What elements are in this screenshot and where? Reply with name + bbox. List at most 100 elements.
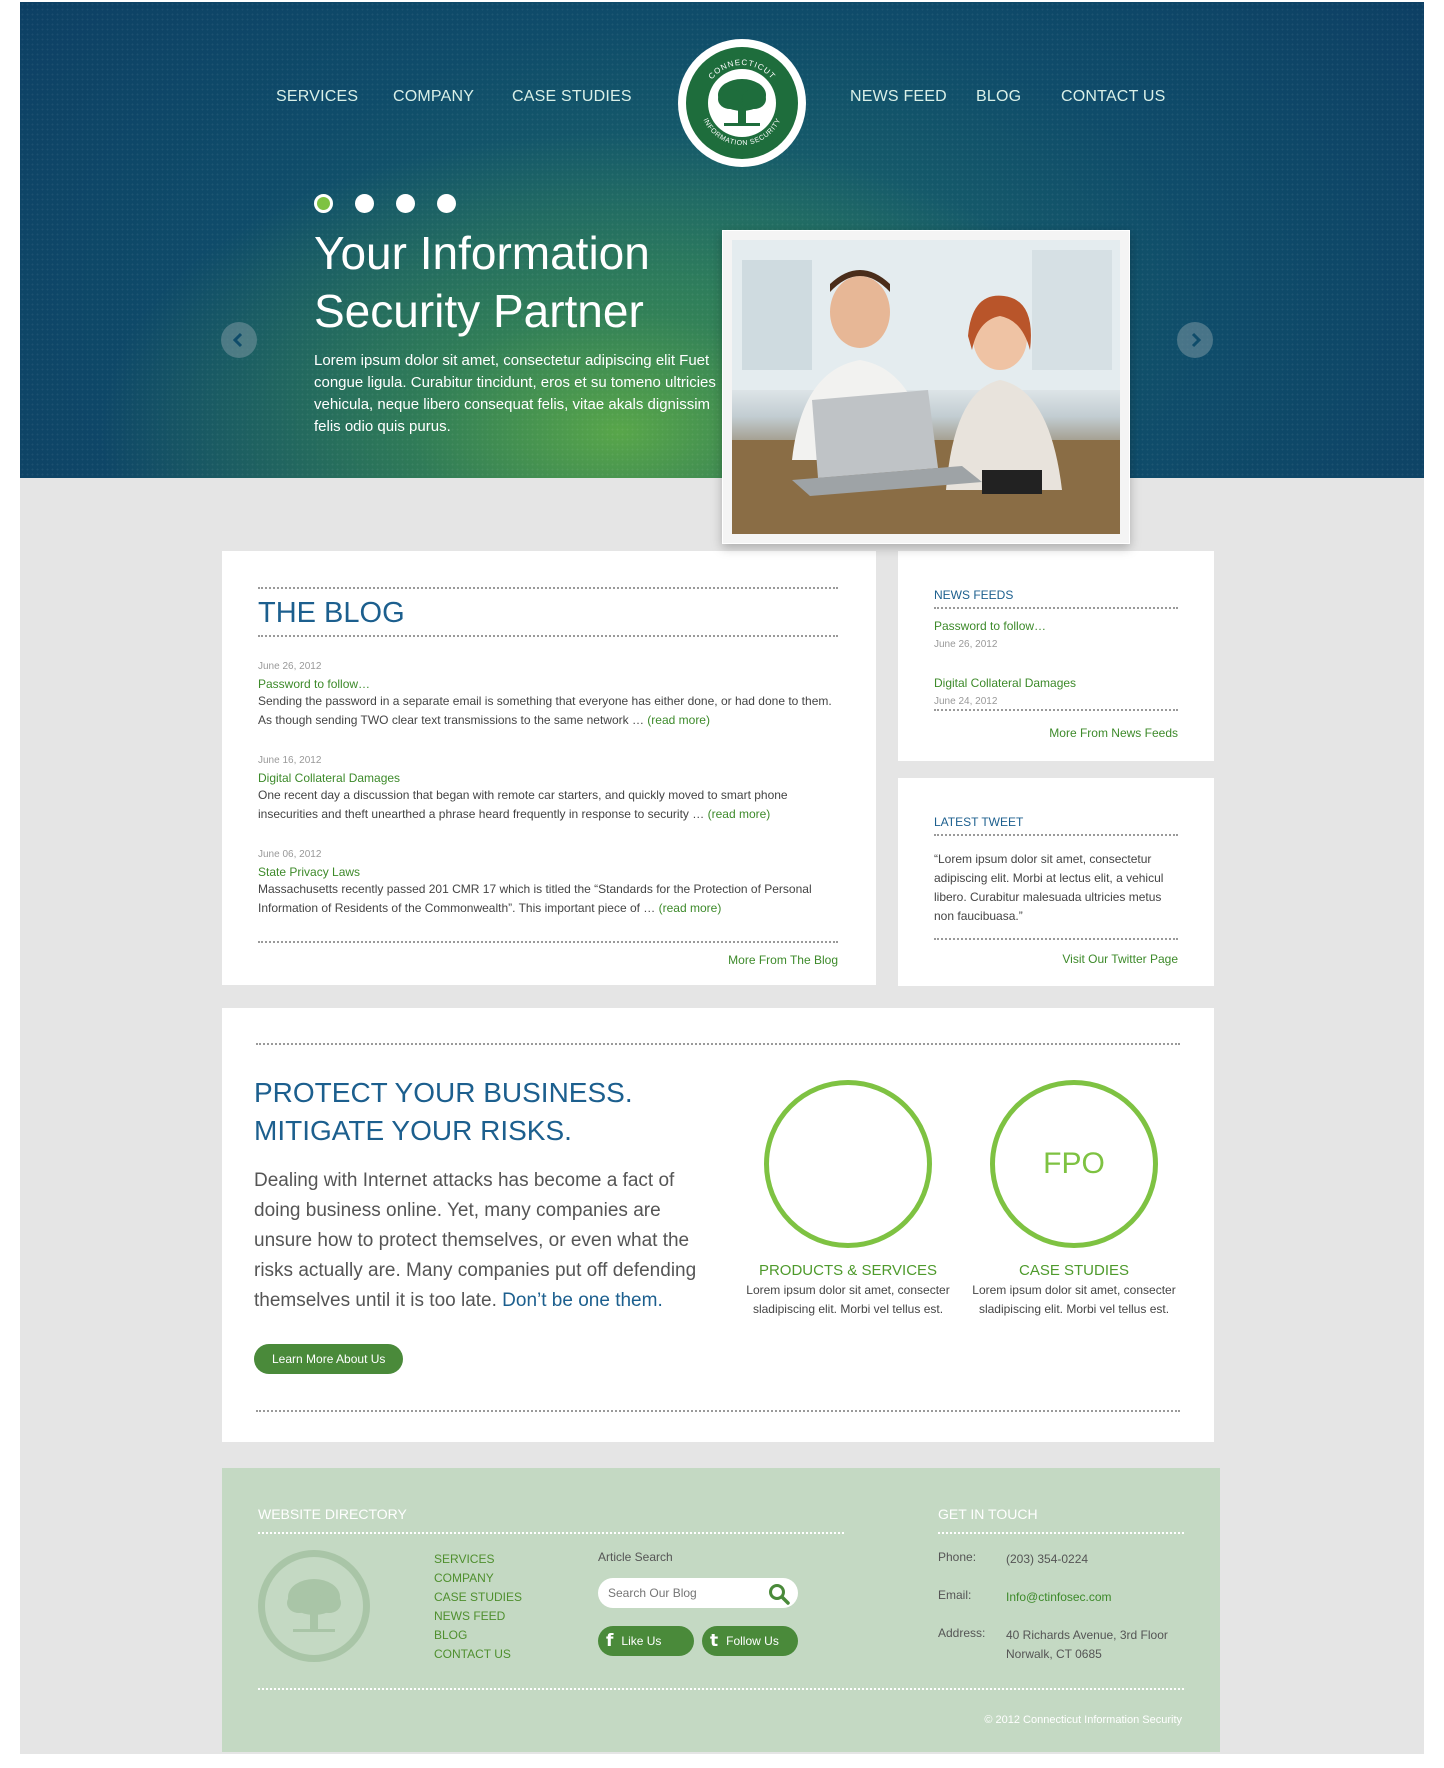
- hero-text: Lorem ipsum dolor sit amet, consectetur …: [314, 352, 716, 435]
- nav-blog[interactable]: BLOG: [976, 88, 1021, 106]
- get-in-touch-title: GET IN TOUCH: [938, 1506, 1038, 1522]
- post-title-link[interactable]: Password to follow…: [258, 677, 848, 691]
- footer-link-company[interactable]: COMPANY: [434, 1569, 522, 1588]
- footer-logo-icon: [258, 1550, 370, 1662]
- twitter-page-link[interactable]: Visit Our Twitter Page: [1062, 952, 1178, 966]
- divider: [258, 1688, 1184, 1690]
- phone-value: (203) 354-0224: [1006, 1552, 1089, 1566]
- nav-services[interactable]: SERVICES: [276, 88, 358, 106]
- read-more-link[interactable]: (read more): [659, 901, 722, 915]
- divider: [256, 1043, 1180, 1045]
- protect-title-line1: PROTECT YOUR BUSINESS.: [254, 1077, 633, 1108]
- case-studies-circle[interactable]: FPO: [990, 1080, 1158, 1248]
- business-people-laptop-image: [732, 240, 1120, 534]
- news-item-date: June 24, 2012: [934, 696, 998, 707]
- protect-title: PROTECT YOUR BUSINESS. MITIGATE YOUR RIS…: [254, 1074, 633, 1150]
- post-date: June 16, 2012: [258, 755, 322, 766]
- slider-dot-1[interactable]: [314, 194, 333, 213]
- divider: [934, 938, 1178, 940]
- divider: [258, 1532, 844, 1534]
- divider: [934, 709, 1178, 711]
- divider: [258, 941, 838, 943]
- slider-dots: [314, 194, 456, 213]
- like-us-button[interactable]: f Like Us: [598, 1626, 694, 1656]
- blog-post: June 06, 2012 State Privacy Laws Massach…: [258, 849, 848, 918]
- feature-title[interactable]: PRODUCTS & SERVICES: [742, 1262, 954, 1279]
- address-line1: 40 Richards Avenue, 3rd Floor: [1006, 1628, 1168, 1642]
- more-from-blog-link[interactable]: More From The Blog: [728, 953, 838, 967]
- email-label: Email:: [938, 1588, 972, 1602]
- learn-more-button[interactable]: Learn More About Us: [254, 1344, 404, 1374]
- divider: [258, 635, 838, 637]
- article-search-label: Article Search: [598, 1550, 673, 1564]
- protect-title-line2: MITIGATE YOUR RISKS.: [254, 1115, 572, 1146]
- hero-title-line1: Your Information: [314, 227, 650, 279]
- blog-title: THE BLOG: [258, 597, 405, 629]
- footer-link-blog[interactable]: BLOG: [434, 1626, 522, 1645]
- protect-text: Dealing with Internet attacks has become…: [254, 1166, 710, 1316]
- follow-us-button[interactable]: t Follow Us: [702, 1626, 798, 1656]
- post-title-link[interactable]: State Privacy Laws: [258, 865, 848, 879]
- read-more-link[interactable]: (read more): [647, 713, 710, 727]
- blog-panel: THE BLOG June 26, 2012 Password to follo…: [222, 551, 876, 985]
- protect-panel: PROTECT YOUR BUSINESS. MITIGATE YOUR RIS…: [222, 1008, 1214, 1442]
- protect-text-highlight: Don’t be one them.: [502, 1290, 663, 1311]
- slider-prev-button[interactable]: [221, 322, 257, 358]
- latest-tweet-title: LATEST TWEET: [934, 815, 1024, 829]
- company-logo[interactable]: CONNECTICUT INFORMATION SECURITY: [678, 39, 806, 167]
- footer-link-services[interactable]: SERVICES: [434, 1550, 522, 1569]
- post-excerpt: Massachusetts recently passed 201 CMR 17…: [258, 880, 848, 918]
- nav-news-feed[interactable]: NEWS FEED: [850, 88, 947, 106]
- footer: WEBSITE DIRECTORY SERVICES COMPANY CASE …: [222, 1468, 1220, 1752]
- divider: [258, 587, 838, 589]
- slider-dot-4[interactable]: [437, 194, 456, 213]
- post-excerpt-text: Massachusetts recently passed 201 CMR 17…: [258, 882, 812, 915]
- email-link[interactable]: Info@ctinfosec.com: [1006, 1588, 1112, 1607]
- feature-title[interactable]: CASE STUDIES: [968, 1262, 1180, 1279]
- address-label: Address:: [938, 1626, 986, 1640]
- post-excerpt-text: Sending the password in a separate email…: [258, 694, 832, 727]
- slider-dot-2[interactable]: [355, 194, 374, 213]
- news-feeds-panel: NEWS FEEDS Password to follow… June 26, …: [898, 551, 1214, 761]
- address-line2: Norwalk, CT 0685: [1006, 1647, 1102, 1661]
- search-icon[interactable]: [768, 1583, 790, 1610]
- post-date: June 06, 2012: [258, 849, 322, 860]
- slider-next-button[interactable]: [1177, 322, 1213, 358]
- footer-link-contact-us[interactable]: CONTACT US: [434, 1645, 522, 1664]
- tree-logo-icon: CONNECTICUT INFORMATION SECURITY: [686, 47, 798, 159]
- footer-link-case-studies[interactable]: CASE STUDIES: [434, 1588, 522, 1607]
- footer-link-news-feed[interactable]: NEWS FEED: [434, 1607, 522, 1626]
- products-services-circle[interactable]: [764, 1080, 932, 1248]
- nav-case-studies[interactable]: CASE STUDIES: [512, 88, 632, 106]
- twitter-icon: t: [710, 1631, 719, 1651]
- news-item-link[interactable]: Digital Collateral Damages: [934, 676, 1076, 690]
- copyright: © 2012 Connecticut Information Security: [984, 1714, 1182, 1726]
- nav-company[interactable]: COMPANY: [393, 88, 474, 106]
- chevron-right-icon: [1191, 332, 1202, 348]
- post-title-link[interactable]: Digital Collateral Damages: [258, 771, 848, 785]
- news-item-link[interactable]: Password to follow…: [934, 619, 1046, 633]
- feature-text: Lorem ipsum dolor sit amet, consecter sl…: [746, 1283, 950, 1316]
- divider: [256, 1410, 1180, 1412]
- hero-title: Your Information Security Partner: [314, 224, 734, 340]
- products-services-feature: PRODUCTS & SERVICES Lorem ipsum dolor si…: [742, 1262, 954, 1319]
- nav-contact-us[interactable]: CONTACT US: [1061, 88, 1166, 106]
- phone-label: Phone:: [938, 1550, 977, 1564]
- post-excerpt: One recent day a discussion that began w…: [258, 786, 848, 824]
- post-date: June 26, 2012: [258, 661, 322, 672]
- more-news-feeds-link[interactable]: More From News Feeds: [1049, 726, 1178, 740]
- hero-photo-frame: [722, 230, 1130, 544]
- chevron-left-icon: [232, 332, 243, 348]
- website-directory-title: WEBSITE DIRECTORY: [258, 1506, 407, 1522]
- read-more-link[interactable]: (read more): [708, 807, 771, 821]
- slider-dot-3[interactable]: [396, 194, 415, 213]
- footer-directory-links: SERVICES COMPANY CASE STUDIES NEWS FEED …: [434, 1550, 522, 1664]
- feature-text: Lorem ipsum dolor sit amet, consecter sl…: [972, 1283, 1176, 1316]
- divider: [934, 834, 1178, 836]
- like-us-label: Like Us: [621, 1634, 662, 1648]
- hero-photo: [732, 240, 1120, 534]
- case-studies-feature: CASE STUDIES Lorem ipsum dolor sit amet,…: [968, 1262, 1180, 1319]
- news-item-date: June 26, 2012: [934, 639, 998, 650]
- latest-tweet-panel: LATEST TWEET “Lorem ipsum dolor sit amet…: [898, 778, 1214, 986]
- post-excerpt: Sending the password in a separate email…: [258, 692, 848, 730]
